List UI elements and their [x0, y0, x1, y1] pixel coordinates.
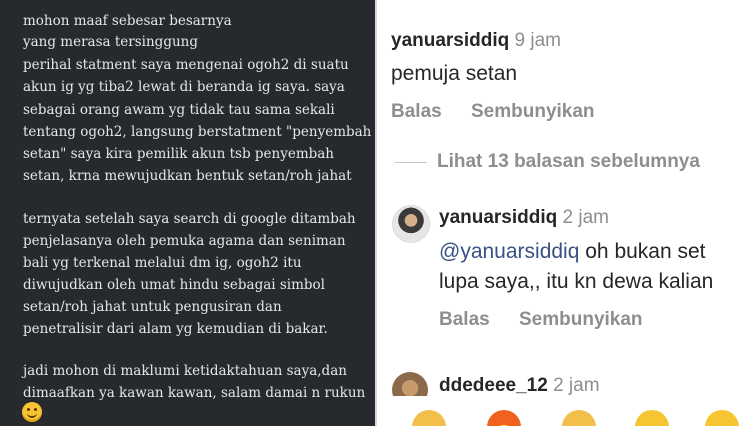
comment-time: 2 jam: [562, 207, 609, 228]
comments-panel: yanuarsiddiq 9 jam pemuja setan Balas Se…: [377, 0, 751, 426]
replies-divider-line: [395, 162, 427, 163]
note-line: yang merasa tersinggung: [23, 34, 198, 50]
comment-text-part: oh bukan set: [585, 240, 706, 263]
smiling-face-icon[interactable]: [635, 410, 669, 426]
note-line: akun ig yg tiba2 lewat di beranda ig say…: [23, 79, 345, 95]
note-line: tentang ogoh2, langsung berstatment "pen…: [23, 124, 372, 140]
view-previous-replies-link[interactable]: Lihat 13 balasan sebelumnya: [437, 151, 700, 173]
mention-link[interactable]: @yanuarsiddiq: [439, 240, 579, 263]
comment-text: @yanuarsiddiq oh bukan set: [439, 240, 706, 264]
comment-text: pemuja setan: [391, 62, 518, 85]
note-line: perihal statment saya mengenai ogoh2 di …: [23, 57, 349, 73]
note-line: penjelasanya oleh pemuka agama dan senim…: [23, 233, 346, 249]
smiling-face-icon: [22, 402, 42, 422]
username-text[interactable]: yanuarsiddiq: [391, 30, 509, 51]
raising-hands-icon[interactable]: [562, 410, 596, 426]
note-line: penetralisir dari alam yg kemudian di ba…: [23, 321, 328, 337]
note-line: setan, krna mewujudkan bentuk setan/roh …: [23, 168, 352, 184]
clapping-hands-icon[interactable]: [412, 410, 446, 426]
fire-icon[interactable]: [487, 410, 521, 426]
reply-button[interactable]: Balas: [439, 309, 490, 331]
reply-button[interactable]: Balas: [391, 101, 442, 123]
note-line: bali yg terkenal melalui dm ig, ogoh2 it…: [23, 255, 302, 271]
note-line: setan" saya kira pemilik akun tsb penyem…: [23, 146, 335, 162]
apology-note-panel: mohon maaf sebesar besarnya yang merasa …: [0, 0, 375, 426]
username-text[interactable]: yanuarsiddiq: [439, 207, 557, 228]
comment-time: 2 jam: [553, 375, 600, 396]
comment-text-line2: lupa saya,, itu kn dewa kalian: [439, 270, 714, 293]
comment-username[interactable]: yanuarsiddiq 9 jam: [391, 30, 561, 52]
note-line: diwujudkan oleh umat hindu sebagai simbo…: [23, 277, 326, 293]
note-line: mohon maaf sebesar besarnya: [23, 13, 232, 29]
username-text[interactable]: ddedeee_12: [439, 375, 548, 396]
heart-eyes-icon[interactable]: [705, 410, 739, 426]
note-line: sebagai orang awam yg tidak tau sama sek…: [23, 102, 335, 118]
avatar[interactable]: [392, 205, 430, 243]
note-line: jadi mohon di maklumi ketidaktahuan saya…: [23, 363, 347, 379]
note-line: ternyata setelah saya search di google d…: [23, 211, 356, 227]
comment-username[interactable]: ddedeee_12 2 jam: [439, 375, 600, 397]
comment-time: 9 jam: [514, 30, 561, 51]
emoji-reaction-bar: [377, 396, 751, 426]
hide-button[interactable]: Sembunyikan: [519, 309, 643, 331]
note-line: setan/roh jahat untuk pengusiran dan: [23, 299, 282, 315]
hide-button[interactable]: Sembunyikan: [471, 101, 595, 123]
note-line: dimaafkan ya kawan kawan, salam damai n …: [23, 385, 366, 401]
comment-username[interactable]: yanuarsiddiq 2 jam: [439, 207, 609, 229]
